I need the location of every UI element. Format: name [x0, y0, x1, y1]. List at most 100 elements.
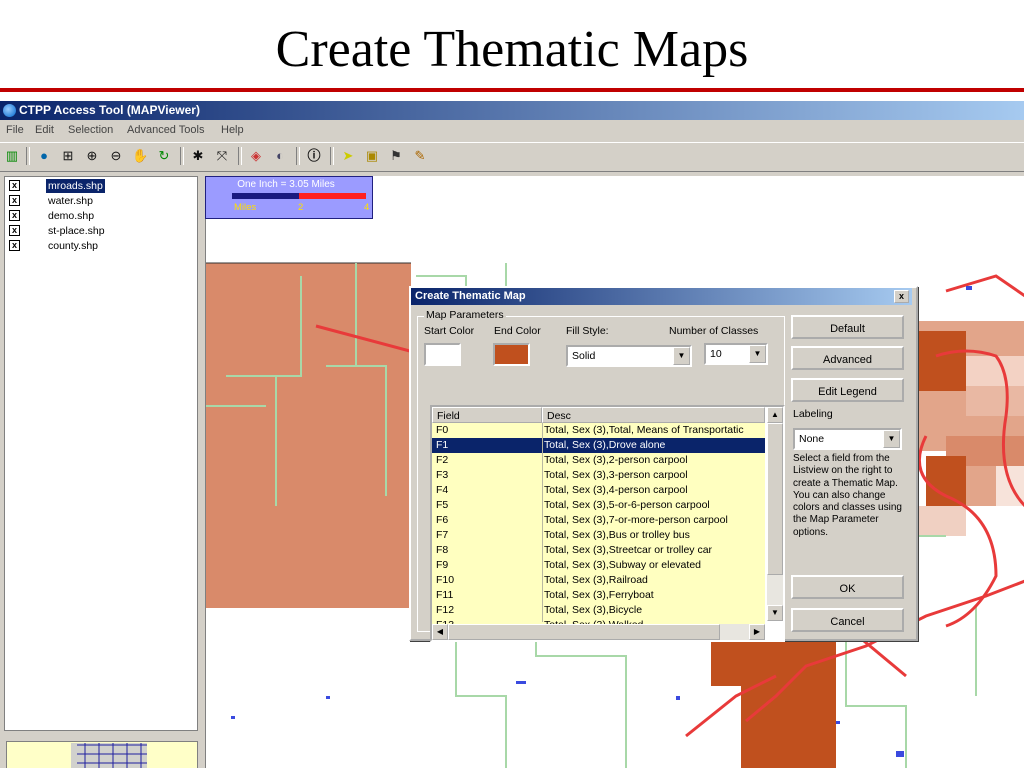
fill-style-value: Solid: [572, 350, 596, 362]
column-header-desc[interactable]: Desc: [542, 407, 765, 423]
field-cell: F11: [436, 589, 454, 601]
cancel-button[interactable]: Cancel: [791, 608, 904, 632]
zoom-in-icon[interactable]: ⊕: [84, 148, 100, 164]
table-row[interactable]: F5 Total, Sex (3),5-or-6-person carpool: [432, 498, 765, 513]
full-extent-icon[interactable]: ✱: [190, 148, 206, 164]
chevron-down-icon[interactable]: ▼: [883, 430, 900, 448]
table-row[interactable]: F0 Total, Sex (3),Total, Means of Transpo…: [432, 423, 765, 438]
chevron-down-icon[interactable]: ▼: [749, 345, 766, 363]
table-row[interactable]: F2 Total, Sex (3),2-person carpool: [432, 453, 765, 468]
field-listview[interactable]: Field Desc F0 Total, Sex (3),Total, Means…: [430, 405, 785, 642]
scroll-left-icon[interactable]: ◀: [432, 624, 448, 640]
layer-list[interactable]: x mroads.shp x water.shp x demo.shp x st…: [4, 176, 198, 731]
layer-checkbox[interactable]: x: [9, 180, 20, 191]
layer-item[interactable]: x county.shp: [5, 239, 195, 253]
layer-item[interactable]: x demo.shp: [5, 209, 195, 223]
desc-cell: Total, Sex (3),5-or-6-person carpool: [544, 499, 710, 511]
table-row[interactable]: F10 Total, Sex (3),Railroad: [432, 573, 765, 588]
scroll-down-icon[interactable]: ▼: [767, 605, 783, 621]
scale-text: One Inch = 3.05 Miles: [237, 179, 335, 190]
num-classes-value: 10: [710, 348, 722, 360]
close-icon[interactable]: x: [894, 290, 909, 303]
scale-segment-dark: [232, 193, 299, 199]
menu-advanced-tools[interactable]: Advanced Tools: [127, 121, 204, 140]
horizontal-scroll-thumb[interactable]: [448, 624, 720, 640]
column-header-field[interactable]: Field: [432, 407, 542, 423]
ok-button[interactable]: OK: [791, 575, 904, 599]
toolbar-separator: [330, 147, 334, 165]
chevron-down-icon[interactable]: ▼: [673, 347, 690, 365]
start-color-label: Start Color: [424, 325, 475, 337]
desc-cell: Total, Sex (3),Drove alone: [544, 439, 666, 451]
zoom-extent-icon[interactable]: ⊞: [60, 148, 76, 164]
table-row[interactable]: F8 Total, Sex (3),Streetcar or trolley ca…: [432, 543, 765, 558]
menu-file[interactable]: File: [6, 121, 24, 140]
start-color-swatch[interactable]: [424, 343, 461, 366]
scale-mid: 2: [298, 202, 304, 213]
select-pointer-icon[interactable]: ➤: [340, 148, 356, 164]
desc-cell: Total, Sex (3),Ferryboat: [544, 589, 654, 601]
field-cell: F7: [436, 529, 449, 541]
layer-checkbox[interactable]: x: [9, 225, 20, 236]
layer-checkbox[interactable]: x: [9, 210, 20, 221]
select-rect-icon[interactable]: ▣: [364, 148, 380, 164]
field-cell: F1: [436, 439, 449, 451]
desc-cell: Total, Sex (3),7-or-more-person carpool: [544, 514, 728, 526]
vertical-scroll-thumb[interactable]: [767, 423, 783, 575]
toolbar-separator: [26, 147, 30, 165]
table-row[interactable]: F7 Total, Sex (3),Bus or trolley bus: [432, 528, 765, 543]
info-icon[interactable]: ⓘ: [306, 148, 322, 164]
zoom-layer-icon[interactable]: ⤧: [214, 148, 230, 164]
labeling-label: Labeling: [793, 408, 833, 420]
layer-item[interactable]: x mroads.shp: [5, 179, 195, 193]
menu-help[interactable]: Help: [221, 121, 244, 140]
dialog-titlebar[interactable]: Create Thematic Map x: [411, 288, 912, 305]
table-row[interactable]: F1 Total, Sex (3),Drove alone: [432, 438, 765, 453]
layer-checkbox[interactable]: x: [9, 195, 20, 206]
overview-map-graphic: [71, 743, 147, 768]
labeling-value: None: [799, 433, 825, 445]
table-row[interactable]: F4 Total, Sex (3),4-person carpool: [432, 483, 765, 498]
desc-cell: Total, Sex (3),2-person carpool: [544, 454, 688, 466]
field-cell: F8: [436, 544, 449, 556]
table-row[interactable]: F12 Total, Sex (3),Bicycle: [432, 603, 765, 618]
table-row[interactable]: F11 Total, Sex (3),Ferryboat: [432, 588, 765, 603]
default-button[interactable]: Default: [791, 315, 904, 339]
label-icon[interactable]: ⚑: [388, 148, 404, 164]
edit-icon[interactable]: ✎: [412, 148, 428, 164]
scroll-right-icon[interactable]: ▶: [749, 624, 765, 640]
slide-title: Create Thematic Maps: [275, 21, 749, 78]
table-row[interactable]: F3 Total, Sex (3),3-person carpool: [432, 468, 765, 483]
overview-map[interactable]: [6, 741, 198, 768]
layer-name: water.shp: [48, 195, 93, 207]
layer-item[interactable]: x st-place.shp: [5, 224, 195, 238]
app-window: CTPP Access Tool (MAPViewer) File Edit S…: [0, 101, 1024, 768]
pan-icon[interactable]: ✋: [132, 148, 148, 164]
layer-checkbox[interactable]: x: [9, 240, 20, 251]
edit-legend-button[interactable]: Edit Legend: [791, 378, 904, 402]
field-cell: F10: [436, 574, 455, 586]
labeling-select[interactable]: None ▼: [793, 428, 902, 450]
layers-icon[interactable]: ▥: [4, 148, 20, 164]
end-color-swatch[interactable]: [493, 343, 530, 366]
field-cell: F6: [436, 514, 449, 526]
menu-edit[interactable]: Edit: [35, 121, 54, 140]
desc-cell: Total, Sex (3),3-person carpool: [544, 469, 688, 481]
thematic-icon[interactable]: ◈: [248, 148, 264, 164]
num-classes-select[interactable]: 10 ▼: [704, 343, 768, 365]
horizontal-scrollbar[interactable]: ◀ ▶: [432, 624, 765, 640]
zoom-out-icon[interactable]: ⊖: [108, 148, 124, 164]
fill-style-select[interactable]: Solid ▼: [566, 345, 692, 367]
vertical-scrollbar[interactable]: ▲ ▼: [767, 407, 783, 621]
window-titlebar[interactable]: CTPP Access Tool (MAPViewer): [0, 101, 1024, 120]
menu-selection[interactable]: Selection: [68, 121, 113, 140]
table-row[interactable]: F6 Total, Sex (3),7-or-more-person carpoo…: [432, 513, 765, 528]
globe-icon[interactable]: ●: [36, 148, 52, 164]
query-icon[interactable]: ◐: [272, 148, 288, 164]
refresh-icon[interactable]: ↻: [156, 148, 172, 164]
field-cell: F5: [436, 499, 449, 511]
layer-item[interactable]: x water.shp: [5, 194, 195, 208]
scroll-up-icon[interactable]: ▲: [767, 407, 783, 423]
table-row[interactable]: F9 Total, Sex (3),Subway or elevated: [432, 558, 765, 573]
advanced-button[interactable]: Advanced: [791, 346, 904, 370]
